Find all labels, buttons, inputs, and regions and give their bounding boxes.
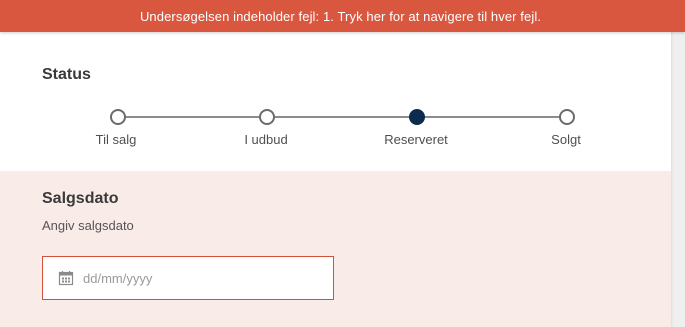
sales-date-input[interactable]: dd/mm/yyyy <box>42 256 334 300</box>
step-label-til-salg[interactable]: Til salg <box>96 132 137 147</box>
step-label-i-udbud[interactable]: I udbud <box>244 132 287 147</box>
error-banner[interactable]: Undersøgelsen indeholder fejl: 1. Tryk h… <box>0 0 685 32</box>
calendar-icon <box>58 270 74 286</box>
step-dot-solgt[interactable] <box>559 109 575 125</box>
sales-date-hint: Angiv salgsdato <box>42 218 134 233</box>
form-panel: Status Til salg I udbud Reserveret Solgt… <box>0 0 671 327</box>
stepper-track <box>117 116 567 118</box>
step-dot-i-udbud[interactable] <box>259 109 275 125</box>
step-dot-til-salg[interactable] <box>110 109 126 125</box>
step-dot-reserveret[interactable] <box>409 109 425 125</box>
error-banner-text[interactable]: Undersøgelsen indeholder fejl: 1. Tryk h… <box>140 9 541 24</box>
date-placeholder: dd/mm/yyyy <box>83 270 153 286</box>
sales-date-heading: Salgsdato <box>42 190 119 207</box>
sales-date-section: Salgsdato Angiv salgsdato dd/mm/yyyy <box>0 171 671 327</box>
step-label-reserveret[interactable]: Reserveret <box>384 132 448 147</box>
step-label-solgt[interactable]: Solgt <box>551 132 581 147</box>
